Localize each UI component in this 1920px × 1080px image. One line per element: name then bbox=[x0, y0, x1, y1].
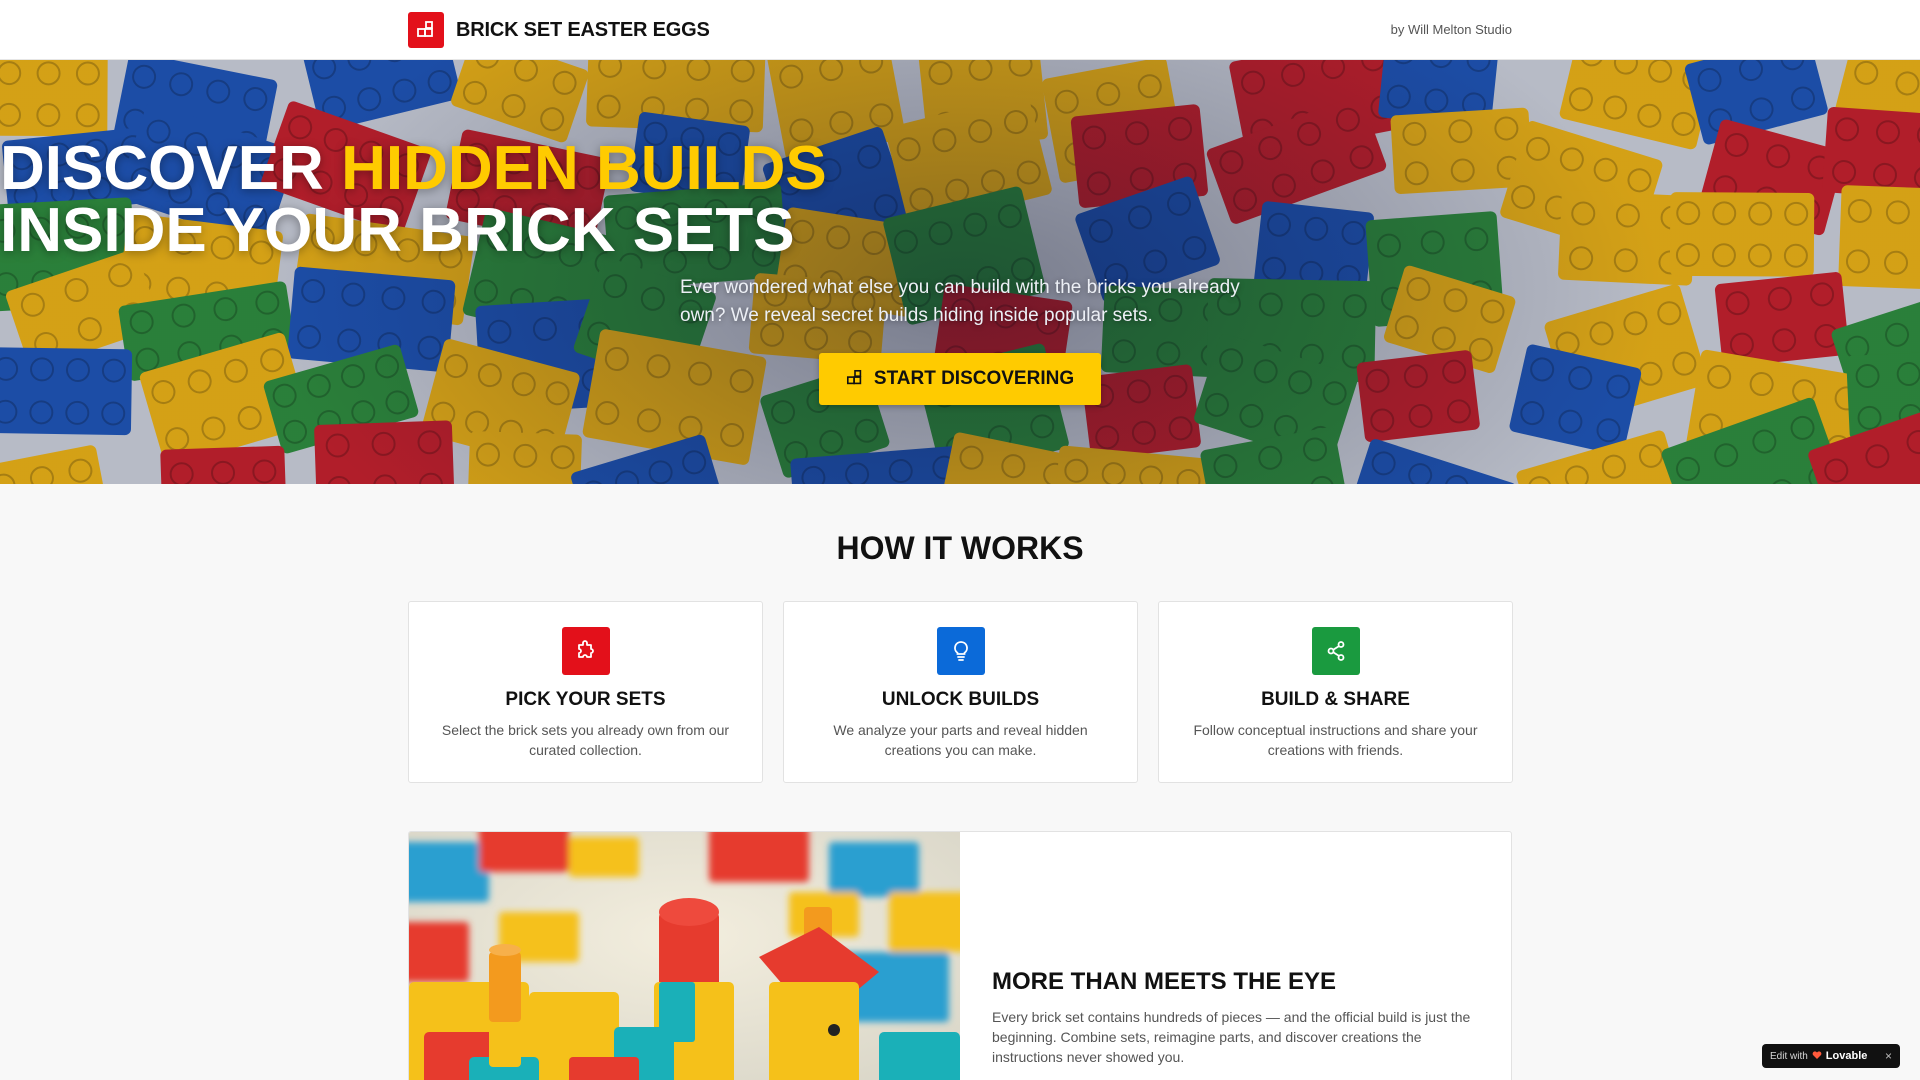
hero-title: DISCOVER HIDDEN BUILDS INSIDE YOUR BRICK… bbox=[0, 138, 1920, 262]
card-title: UNLOCK BUILDS bbox=[881, 689, 1040, 710]
site-header: BRICK SET EASTER EGGS by Will Melton Stu… bbox=[0, 0, 1920, 60]
card-description: Follow conceptual instructions and share… bbox=[1193, 722, 1478, 758]
hero-title-highlight: HIDDEN BUILDS bbox=[341, 134, 827, 203]
heart-icon bbox=[1812, 1047, 1822, 1065]
start-discovering-button[interactable]: START DISCOVERING bbox=[819, 353, 1101, 405]
byline: by Will Melton Studio bbox=[1390, 22, 1512, 37]
start-discovering-label: START DISCOVERING bbox=[873, 368, 1075, 389]
puzzle-icon bbox=[562, 627, 610, 675]
step-card-pick-sets: PICK YOUR SETS Select the brick sets you… bbox=[408, 601, 763, 783]
feature-text: Every brick set contains hundreds of pie… bbox=[992, 1009, 1471, 1065]
brand-home-link[interactable]: BRICK SET EASTER EGGS bbox=[408, 12, 710, 48]
badge-brand: Lovable bbox=[1825, 1050, 1868, 1062]
blocks-icon bbox=[408, 12, 444, 48]
edit-with-lovable-badge[interactable]: Edit with Lovable × bbox=[1762, 1044, 1900, 1068]
card-title: PICK YOUR SETS bbox=[505, 689, 666, 710]
share-icon bbox=[1312, 627, 1360, 675]
card-description: We analyze your parts and reveal hidden … bbox=[833, 722, 1088, 758]
how-it-works-title: HOW IT WORKS bbox=[836, 530, 1084, 566]
hero-title-line2: INSIDE YOUR BRICK SETS bbox=[0, 196, 795, 265]
close-icon[interactable]: × bbox=[1885, 1049, 1892, 1063]
badge-prefix: Edit with bbox=[1770, 1050, 1808, 1062]
feature-title: MORE THAN MEETS THE EYE bbox=[992, 968, 1337, 995]
feature-section: MORE THAN MEETS THE EYE Every brick set … bbox=[408, 831, 1512, 1080]
feature-image bbox=[409, 832, 960, 1080]
step-card-unlock-builds: UNLOCK BUILDS We analyze your parts and … bbox=[783, 601, 1138, 783]
hero-section: DISCOVER HIDDEN BUILDS INSIDE YOUR BRICK… bbox=[0, 60, 1920, 484]
hero-subtitle: Ever wondered what else you can build wi… bbox=[680, 277, 1240, 326]
hero-overlay bbox=[0, 60, 1920, 484]
step-card-build-share: BUILD & SHARE Follow conceptual instruct… bbox=[1158, 601, 1513, 783]
hero-title-part1: DISCOVER bbox=[0, 134, 342, 203]
card-title: BUILD & SHARE bbox=[1261, 689, 1410, 710]
blocks-icon bbox=[846, 369, 864, 390]
card-description: Select the brick sets you already own fr… bbox=[441, 722, 730, 758]
lightbulb-icon bbox=[937, 627, 985, 675]
brand-name: BRICK SET EASTER EGGS bbox=[456, 18, 710, 41]
